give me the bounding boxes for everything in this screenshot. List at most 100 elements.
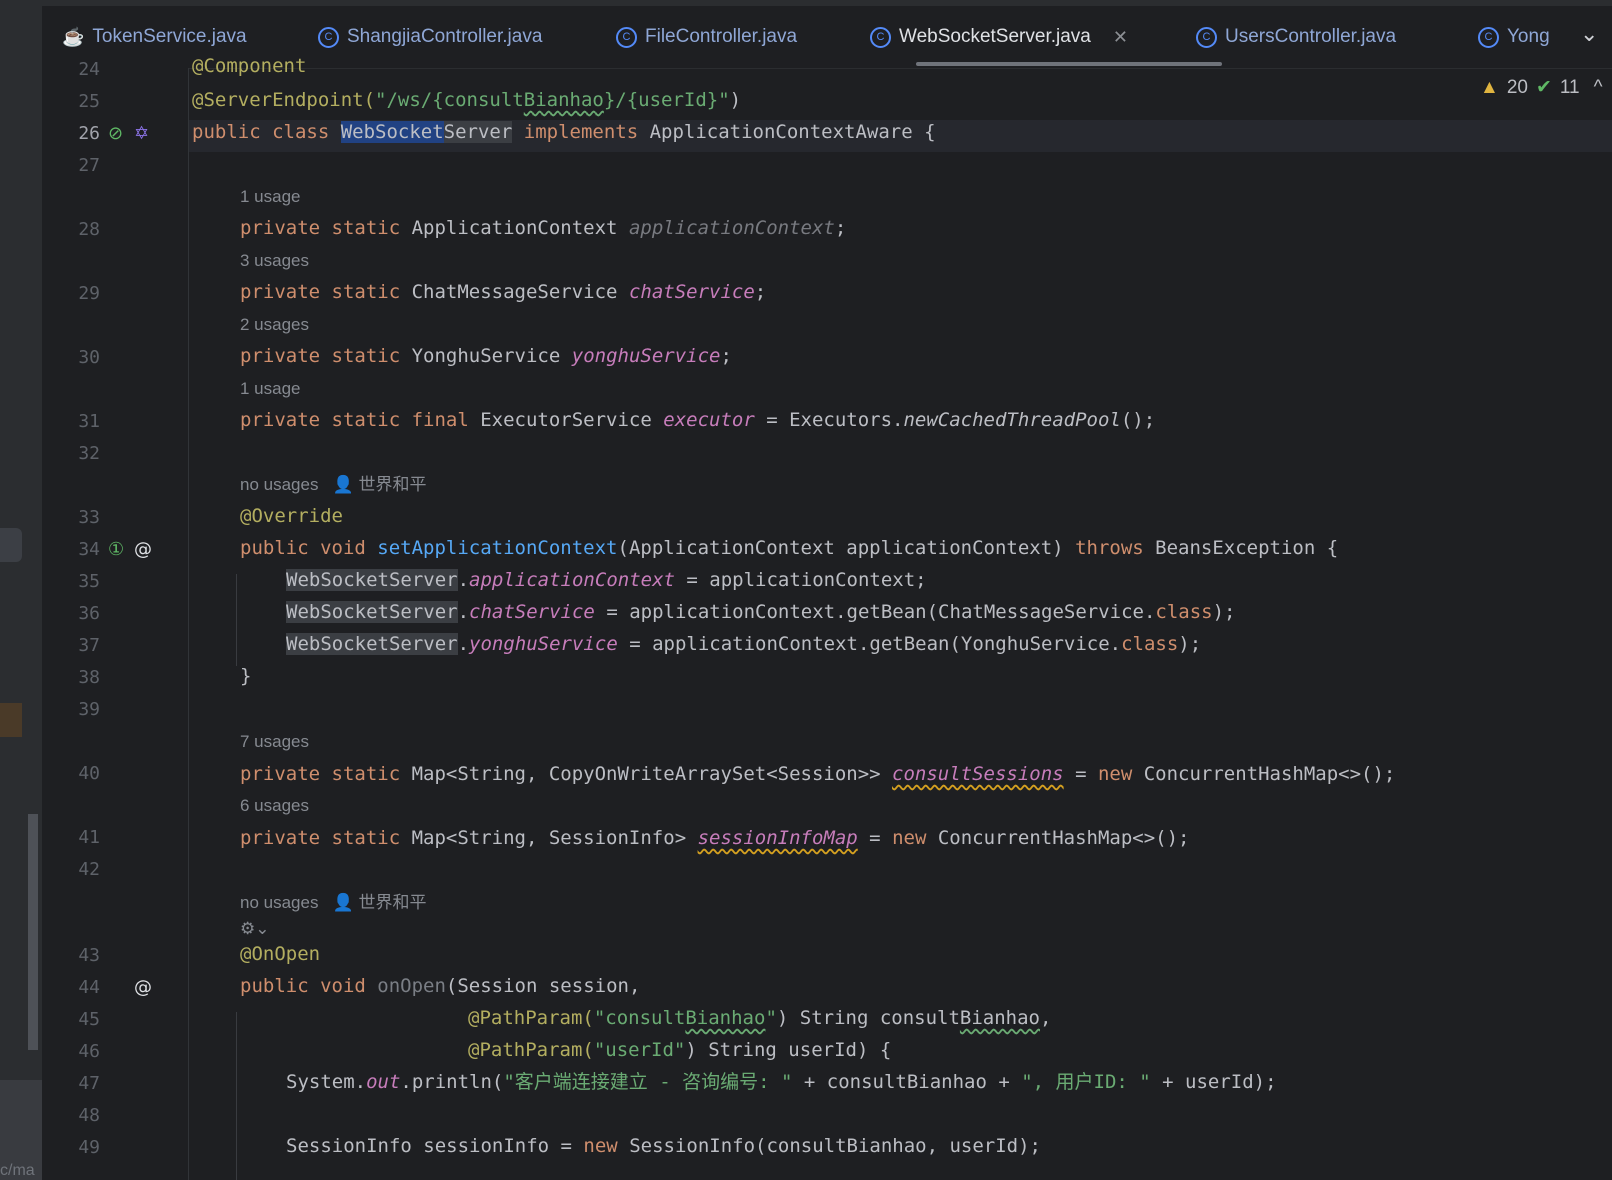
usage-hint[interactable]: 2 usages: [240, 313, 309, 337]
tab-file-controller[interactable]: C FileController.java: [616, 18, 797, 56]
string-literal: ": [765, 1007, 777, 1029]
spring-endpoint-icon[interactable]: ⚙⌄: [240, 917, 269, 941]
spring-bean-icon[interactable]: ✡: [134, 124, 149, 144]
keyword: class: [1155, 601, 1213, 623]
tab-label: Yong: [1507, 26, 1550, 47]
line-number: 35: [78, 571, 100, 592]
paren: ): [729, 89, 742, 111]
tab-label: ShangjiaController.java: [347, 26, 543, 47]
type-name: ApplicationContext: [411, 217, 629, 239]
code-text: BeansException {: [1155, 537, 1339, 559]
class-icon: C: [1196, 26, 1217, 48]
keyword: private static: [240, 345, 412, 367]
keyword: implements: [512, 121, 650, 143]
tab-users-controller[interactable]: C UsersController.java: [1196, 18, 1396, 56]
keyword: private static: [240, 827, 412, 849]
keyword: private static: [240, 217, 412, 239]
line-number: 32: [78, 443, 100, 464]
keyword: public class: [192, 121, 341, 143]
code-line-45: @PathParam("consultBianhao") String cons…: [468, 1006, 1051, 1030]
code-text: ;: [834, 217, 847, 239]
code-line-26: public class WebSocketServer implements …: [192, 120, 936, 144]
code-line-43: @OnOpen: [240, 942, 320, 966]
class-icon: C: [1478, 26, 1499, 48]
field-name: applicationContext: [628, 217, 835, 239]
string-literal: "客户端连接建立 - 咨询编号: ": [503, 1071, 793, 1093]
type-name: YonghuService: [411, 345, 572, 367]
code-text: SessionInfo(consultBianhao, userId);: [629, 1135, 1041, 1157]
active-tab-indicator: [916, 62, 1222, 66]
typo-word: Bianhao: [959, 1007, 1040, 1029]
code-text: ApplicationContextAware {: [649, 121, 936, 143]
line-number: 48: [78, 1105, 100, 1126]
usage-hint[interactable]: 1 usage: [240, 377, 301, 401]
code-text: (ApplicationContext applicationContext): [617, 537, 1076, 559]
annotation: @PathParam(: [468, 1007, 594, 1029]
tab-shangjia-controller[interactable]: C ShangjiaController.java: [318, 18, 542, 56]
tab-label: FileController.java: [645, 26, 798, 47]
field-name: out: [366, 1071, 401, 1093]
field-name: consultSessions: [892, 763, 1064, 785]
code-text: + consultBianhao +: [792, 1071, 1022, 1093]
no-usage-icon[interactable]: ⊘: [108, 124, 123, 144]
class-icon: C: [318, 26, 339, 48]
class-reference: WebSocketServer: [286, 633, 458, 655]
line-number: 45: [78, 1009, 100, 1030]
tab-websocket-server[interactable]: C WebSocketServer.java ✕: [870, 18, 1128, 56]
left-tool-strip: c/ma: [0, 0, 43, 1180]
field-name: chatService: [469, 601, 595, 623]
project-scrollbar[interactable]: [28, 814, 38, 1050]
tool-window-button[interactable]: [0, 528, 22, 562]
code-line-29: private static ChatMessageService chatSe…: [240, 280, 766, 304]
at-sign-icon[interactable]: @: [134, 978, 152, 998]
code-line-37: WebSocketServer.yonghuService = applicat…: [286, 632, 1201, 656]
code-line-24: @Component: [192, 54, 306, 78]
code-text: .: [457, 569, 470, 591]
usage-hint[interactable]: 3 usages: [240, 249, 309, 273]
line-number: 27: [78, 155, 100, 176]
usage-hint[interactable]: no usages 👤 世界和平: [240, 891, 427, 915]
line-number: 42: [78, 859, 100, 880]
code-text: ConcurrentHashMap<>();: [937, 827, 1190, 849]
type-name: ChatMessageService: [411, 281, 629, 303]
line-number: 25: [78, 91, 100, 112]
line-number: 36: [78, 603, 100, 624]
tab-token-service[interactable]: ☕ TokenService.java: [62, 18, 247, 56]
keyword: class: [1121, 633, 1179, 655]
code-text: .: [457, 601, 470, 623]
tab-label: UsersController.java: [1225, 26, 1397, 47]
usage-hint[interactable]: 7 usages: [240, 730, 309, 754]
implements-method-icon[interactable]: ①: [108, 540, 124, 560]
code-text: = applicationContext;: [674, 569, 927, 591]
type-name: Map<String, SessionInfo>: [411, 827, 698, 849]
code-editor[interactable]: @Component @ServerEndpoint("/ws/{consult…: [192, 55, 1612, 1180]
code-line-41: private static Map<String, SessionInfo> …: [240, 826, 1190, 850]
keyword: private static: [240, 281, 412, 303]
line-number: 26: [78, 123, 100, 144]
code-text: = applicationContext.getBean(ChatMessage…: [594, 601, 1156, 623]
code-line-30: private static YonghuService yonghuServi…: [240, 344, 732, 368]
close-icon[interactable]: ✕: [1113, 27, 1128, 48]
field-name: yonghuService: [469, 633, 618, 655]
line-number: 43: [78, 945, 100, 966]
line-number: 30: [78, 347, 100, 368]
coffee-cup-icon: ☕: [62, 26, 85, 47]
usage-hint[interactable]: 1 usage: [240, 185, 301, 209]
code-text: .: [457, 633, 470, 655]
usage-hint[interactable]: 6 usages: [240, 794, 309, 818]
keyword: public void: [240, 537, 378, 559]
line-number: 41: [78, 827, 100, 848]
author-name: 世界和平: [358, 893, 427, 912]
chevron-down-icon[interactable]: ⌄: [1580, 22, 1598, 47]
usage-hint[interactable]: no usages 👤 世界和平: [240, 473, 427, 497]
field-name: chatService: [628, 281, 755, 303]
code-text: );: [1212, 601, 1236, 623]
tab-yonghu[interactable]: C Yong: [1478, 18, 1550, 56]
at-sign-icon[interactable]: @: [134, 540, 152, 560]
highlight-marker: [0, 703, 22, 737]
code-line-28: private static ApplicationContext applic…: [240, 216, 846, 240]
string-literal: ", 用户ID: ": [1021, 1071, 1151, 1093]
string-literal: "consult: [593, 1007, 686, 1029]
keyword: throws: [1075, 537, 1156, 559]
code-text: SessionInfo sessionInfo =: [286, 1135, 584, 1157]
